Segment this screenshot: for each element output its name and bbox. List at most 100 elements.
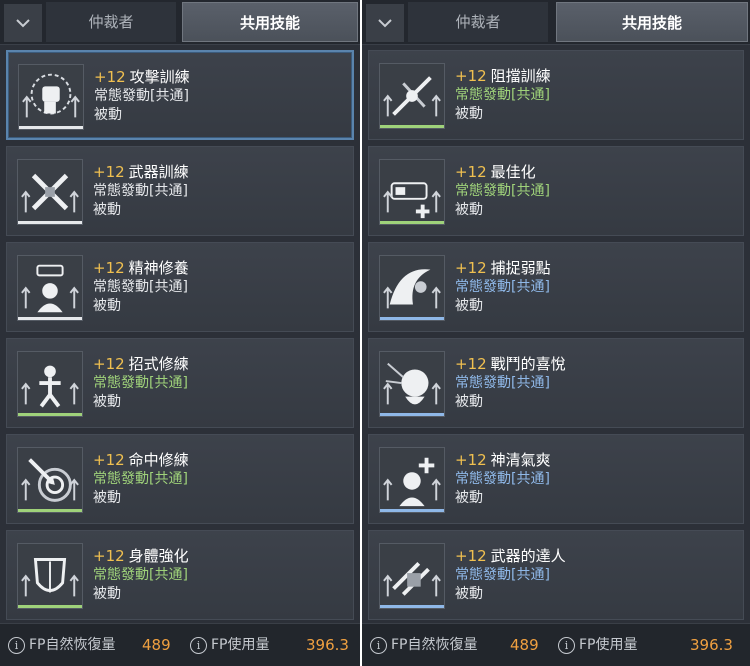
block-blades-icon: [379, 63, 445, 129]
tab-common-skills[interactable]: 共用技能: [182, 2, 358, 42]
refresh-head-icon: [379, 447, 445, 513]
skill-card[interactable]: +12 攻擊訓練 常態發動[共通] 被動: [6, 50, 354, 140]
skill-level: +12: [93, 547, 125, 565]
target-arrow-icon: [17, 447, 83, 513]
tab-bar: 仲裁者 共用技能: [0, 0, 360, 45]
skill-trigger: 常態發動[共通]: [455, 567, 550, 583]
skill-trigger: 常態發動[共通]: [93, 375, 188, 391]
skill-level: +12: [93, 355, 125, 373]
skill-card[interactable]: +12 最佳化 常態發動[共通] 被動: [368, 146, 744, 236]
skill-title: +12 神清氣爽: [455, 449, 551, 470]
skill-trigger: 常態發動[共通]: [455, 183, 550, 199]
fp-recovery-label: FP自然恢復量: [29, 637, 116, 653]
skill-name: 戰鬥的喜悅: [490, 355, 566, 373]
shield-icon: [17, 543, 83, 609]
skill-level: +12: [455, 547, 487, 565]
battery-plus-icon: [379, 159, 445, 225]
skill-name: 命中修練: [128, 451, 189, 469]
dropdown-button[interactable]: [4, 4, 42, 42]
skill-trigger: 常態發動[共通]: [93, 279, 188, 295]
skill-level: +12: [455, 259, 487, 277]
skill-title: +12 戰鬥的喜悅: [455, 353, 566, 374]
skill-trigger: 常態發動[共通]: [94, 88, 189, 104]
skill-type: 被動: [93, 490, 121, 506]
skill-title: +12 攻擊訓練: [94, 66, 190, 87]
weapon-master-icon: [379, 543, 445, 609]
skill-name: 精神修養: [128, 259, 189, 277]
tab-class[interactable]: 仲裁者: [46, 2, 176, 42]
skill-level: +12: [93, 451, 125, 469]
skill-type: 被動: [455, 202, 483, 218]
skill-type: 被動: [93, 202, 121, 218]
skill-card[interactable]: +12 武器的達人 常態發動[共通] 被動: [368, 530, 744, 620]
fp-recovery-value: 489: [510, 636, 539, 654]
skill-type: 被動: [455, 394, 483, 410]
skill-card[interactable]: +12 武器訓練常態發動[共通] 被動: [6, 146, 354, 236]
skill-type: 被動: [93, 298, 121, 314]
chevron-down-icon: [16, 19, 30, 28]
skill-card[interactable]: +12 招式修練常態發動[共通] 被動: [6, 338, 354, 428]
skill-name: 武器訓練: [128, 163, 189, 181]
skill-title: +12 命中修練: [93, 449, 189, 470]
skill-card[interactable]: +12 神清氣爽 常態發動[共通] 被動: [368, 434, 744, 524]
fp-recovery-value: 489: [142, 636, 171, 654]
skill-type: 被動: [94, 107, 122, 123]
martial-figure-icon: [17, 351, 83, 417]
skill-title: +12 最佳化: [455, 161, 536, 182]
info-icon[interactable]: i: [558, 636, 575, 654]
fp-usage-value: 396.3: [690, 636, 733, 654]
skill-level: +12: [94, 68, 126, 86]
fp-recovery: i FP自然恢復量 489: [370, 624, 550, 666]
skill-title: +12 捕捉弱點: [455, 257, 551, 278]
fp-footer: i FP自然恢復量 489 i FP使用量 396.3: [362, 623, 750, 666]
skill-card[interactable]: +12 身體強化 常態發動[共通] 被動: [6, 530, 354, 620]
skill-card[interactable]: +12 捕捉弱點 常態發動[共通] 被動: [368, 242, 744, 332]
dropdown-button[interactable]: [366, 4, 404, 42]
fp-usage: i FP使用量 396.3: [190, 624, 356, 666]
fp-usage-label: FP使用量: [211, 637, 270, 653]
skill-type: 被動: [93, 586, 121, 602]
skill-name: 阻擋訓練: [490, 67, 551, 85]
skill-name: 攻擊訓練: [129, 68, 190, 86]
screaming-head-icon: [379, 351, 445, 417]
skill-level: +12: [93, 259, 125, 277]
crossed-weapons-icon: [17, 159, 83, 225]
meditation-head-icon: [17, 255, 83, 321]
info-icon[interactable]: i: [8, 636, 25, 654]
skill-type: 被動: [455, 490, 483, 506]
skill-type: 被動: [455, 586, 483, 602]
tab-bar: 仲裁者 共用技能: [362, 0, 750, 45]
skill-card[interactable]: +12 命中修練 常態發動[共通] 被動: [6, 434, 354, 524]
skill-title: +12 精神修養: [93, 257, 189, 278]
skill-level: +12: [455, 163, 487, 181]
skill-level: +12: [93, 163, 125, 181]
info-icon[interactable]: i: [370, 636, 387, 654]
skill-title: +12 武器的達人: [455, 545, 566, 566]
tab-class[interactable]: 仲裁者: [408, 2, 548, 42]
skill-type: 被動: [93, 394, 121, 410]
skill-trigger: 常態發動[共通]: [455, 87, 550, 103]
fp-recovery: i FP自然恢復量 489: [8, 624, 178, 666]
info-icon[interactable]: i: [190, 636, 207, 654]
chevron-down-icon: [378, 19, 392, 28]
skill-name: 招式修練: [128, 355, 189, 373]
fp-usage-label: FP使用量: [579, 637, 638, 653]
skill-name: 最佳化: [490, 163, 536, 181]
skill-trigger: 常態發動[共通]: [455, 375, 550, 391]
skill-panel-right: 仲裁者 共用技能 +12 阻擋訓練 常態發動[共通] 被動 +12 最佳化 常態發動[共通]…: [362, 0, 750, 666]
skill-name: 捕捉弱點: [490, 259, 551, 277]
skill-trigger: 常態發動[共通]: [93, 183, 188, 199]
skill-title: +12 阻擋訓練: [455, 65, 551, 86]
skill-trigger: 常態發動[共通]: [455, 279, 550, 295]
skill-trigger: 常態發動[共通]: [93, 567, 188, 583]
skill-card[interactable]: +12 戰鬥的喜悅 常態發動[共通] 被動: [368, 338, 744, 428]
skill-trigger: 常態發動[共通]: [93, 471, 188, 487]
skill-type: 被動: [455, 106, 483, 122]
skill-name: 武器的達人: [490, 547, 566, 565]
wave-figure-icon: [379, 255, 445, 321]
tab-common-skills[interactable]: 共用技能: [556, 2, 748, 42]
fp-usage: i FP使用量 396.3: [558, 624, 744, 666]
skill-card[interactable]: +12 精神修養 常態發動[共通] 被動: [6, 242, 354, 332]
skill-card[interactable]: +12 阻擋訓練 常態發動[共通] 被動: [368, 50, 744, 140]
fist-icon: [18, 64, 84, 130]
